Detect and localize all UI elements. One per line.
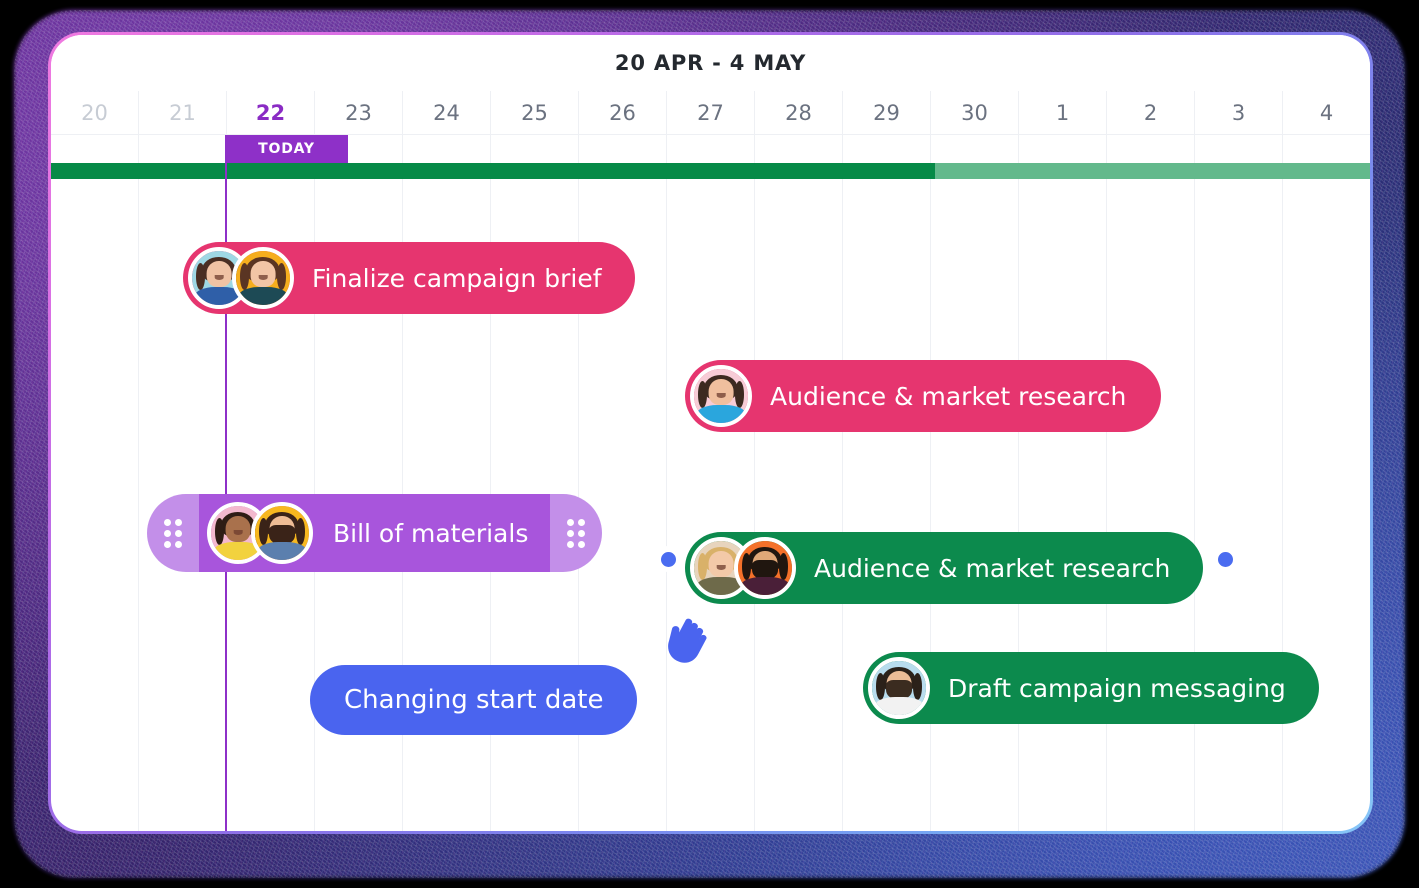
avatar-woman-orange[interactable] [232,247,294,309]
gantt-card: 20 APR - 4 MAY 20 21 22 23 24 25 26 27 28 29 30 1 2 3… [51,35,1370,831]
day-header-20[interactable]: 20 [51,91,138,135]
assignee-avatars[interactable] [690,365,752,427]
task-bar-draft-campaign-messaging[interactable]: Draft campaign messaging [863,652,1319,724]
day-header-3[interactable]: 3 [1195,91,1282,135]
day-column: 21 [139,91,227,831]
assignee-avatars[interactable] [868,657,930,719]
day-header-29[interactable]: 29 [843,91,930,135]
day-column: 27 [667,91,755,831]
task-label: Bill of materials [333,518,529,548]
hand-cursor-icon [659,609,715,669]
avatar-man-white-shirt[interactable] [868,657,930,719]
today-badge: TODAY [225,135,348,163]
dependency-dot-right[interactable] [1212,546,1238,572]
task-bar-bill-of-materials[interactable]: Bill of materials [147,494,602,572]
avatar-man-yellow[interactable] [251,502,313,564]
task-label: Audience & market research [770,381,1127,411]
assignee-avatars[interactable] [690,537,796,599]
timeline-grid: 20 21 22 23 24 25 26 27 28 29 30 1 2 3 4 TODAY [51,91,1370,831]
day-header-1[interactable]: 1 [1019,91,1106,135]
avatar-man-blue-shirt[interactable] [690,365,752,427]
task-bar-audience-market-research-pink[interactable]: Audience & market research [685,360,1161,432]
day-header-21[interactable]: 21 [139,91,226,135]
day-column: 20 [51,91,139,831]
dependency-dot-left[interactable] [655,546,681,572]
day-header-23[interactable]: 23 [315,91,402,135]
task-bar-audience-market-research-green[interactable]: Audience & market research [685,532,1203,604]
grip-dots-icon [164,518,182,548]
today-line [225,135,227,831]
avatar-man-orange[interactable] [734,537,796,599]
task-label: Finalize campaign brief [312,263,602,293]
task-label: Audience & market research [814,553,1171,583]
day-header-4[interactable]: 4 [1283,91,1370,135]
screenshot-root: 20 APR - 4 MAY 20 21 22 23 24 25 26 27 28 29 30 1 2 3… [0,0,1419,888]
grip-dots-icon [567,518,585,548]
day-header-26[interactable]: 26 [579,91,666,135]
resize-handle-left[interactable] [147,494,199,572]
day-header-2[interactable]: 2 [1107,91,1194,135]
assignee-avatars[interactable] [207,502,313,564]
day-header-25[interactable]: 25 [491,91,578,135]
task-bar-body[interactable]: Bill of materials [199,494,550,572]
timeline-header: 20 APR - 4 MAY [51,35,1370,91]
day-header-28[interactable]: 28 [755,91,842,135]
assignee-avatars[interactable] [188,247,294,309]
day-header-30[interactable]: 30 [931,91,1018,135]
day-column: 22 [227,91,315,831]
progress-strip-complete [51,163,935,179]
day-header-22[interactable]: 22 [227,91,314,135]
drag-tooltip: Changing start date [310,665,638,735]
day-header-24[interactable]: 24 [403,91,490,135]
resize-handle-right[interactable] [550,494,602,572]
task-label: Draft campaign messaging [948,673,1286,703]
progress-strip [51,163,1370,179]
task-bar-finalize-campaign-brief[interactable]: Finalize campaign brief [183,242,635,314]
day-header-27[interactable]: 27 [667,91,754,135]
page-title: 20 APR - 4 MAY [614,51,807,75]
day-column: 28 [755,91,843,831]
